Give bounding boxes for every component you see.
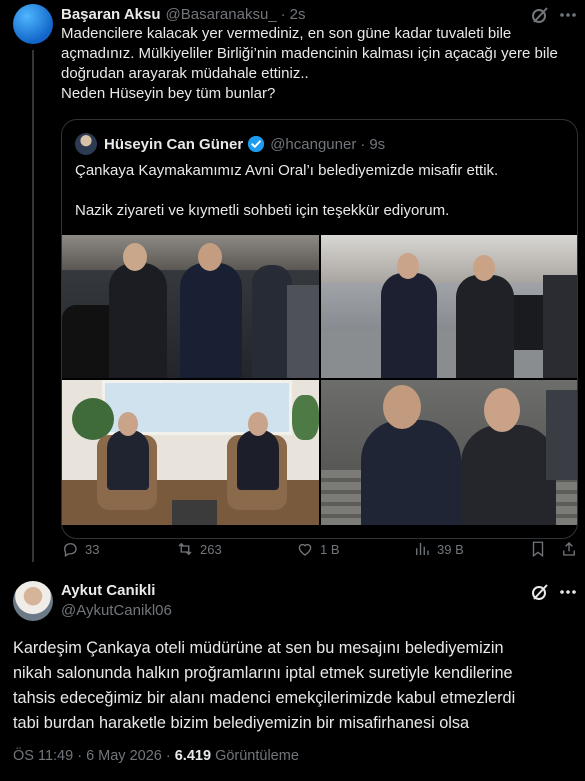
photo-2[interactable] [321, 235, 577, 378]
views-label: Görüntüleme [215, 748, 299, 764]
text-line: Neden Hüseyin bey tüm bunlar? [61, 85, 276, 102]
post-time[interactable]: 2s [290, 6, 306, 23]
quote-text-line2: Nazik ziyareti ve kıymetli sohbeti için … [75, 202, 450, 219]
quote-header: Hüseyin Can Güner @hcanguner · 9s [104, 133, 385, 155]
reply-count: 33 [85, 541, 100, 557]
thread-line [32, 50, 34, 562]
avatar-basaran[interactable] [13, 4, 53, 44]
author-name[interactable]: Başaran Aksu [61, 6, 161, 23]
tweet2-author-handle[interactable]: @AykutCanikl06 [61, 602, 172, 619]
text-line: Kardeşim Çankaya oteli müdürüne at sen b… [13, 639, 504, 657]
text-line: nikah salonunda halkın proğramlarını ipt… [13, 664, 513, 682]
repost-icon [178, 542, 192, 556]
text-line: doğrudan arayarak müdahale ettiniz.. [61, 65, 309, 82]
separator-dot: · [360, 135, 366, 153]
post-timestamp[interactable]: ÖS 11:49 · 6 May 2026 · [13, 748, 171, 764]
bookmark-button[interactable] [529, 539, 547, 559]
photo-4[interactable] [321, 380, 577, 525]
reply-button[interactable]: 33 [61, 539, 99, 559]
author-handle[interactable]: @Basaranaksu_ [166, 6, 277, 23]
text-line: tabi burdan haraketle bizim belediyemizi… [13, 714, 470, 732]
text-line: açmadınız. Mülkiyeliler Birliği’nin made… [61, 45, 558, 62]
more-icon[interactable] [558, 5, 578, 25]
views-icon [416, 543, 429, 555]
like-count: 1 B [320, 541, 340, 557]
views-count: 39 B [437, 541, 464, 557]
views-button[interactable]: 39 B [413, 539, 464, 559]
tweet2-text: Kardeşim Çankaya oteli müdürüne at sen b… [13, 636, 578, 736]
views-count: 6.419 [174, 748, 212, 764]
like-icon [298, 543, 312, 556]
quote-author-name: Hüseyin Can Güner [104, 135, 244, 153]
reply-icon [64, 543, 77, 558]
tweet1-text: Madencilere kalacak yer vermediniz, en s… [61, 24, 581, 104]
photo-3[interactable] [62, 380, 319, 525]
grok-icon[interactable] [530, 5, 550, 25]
quote-time: 9s [369, 135, 386, 153]
avatar-huseyin[interactable] [75, 133, 97, 155]
share-icon [563, 542, 575, 556]
photo-1[interactable] [62, 235, 319, 378]
like-button[interactable]: 1 B [296, 539, 340, 559]
grok-icon[interactable] [530, 582, 550, 602]
tweet1-header: Başaran Aksu @Basaranaksu_ · 2s [61, 4, 305, 24]
bookmark-icon [532, 541, 544, 558]
avatar-aykut[interactable] [13, 581, 53, 621]
tweet2-author-name[interactable]: Aykut Canikli [61, 582, 155, 599]
separator-dot: · [280, 5, 286, 23]
text-line: tahsis edeceğimiz bir alanı madenci emek… [13, 689, 516, 707]
quoted-tweet[interactable]: Hüseyin Can Güner @hcanguner · 9s Çankay… [61, 119, 578, 539]
repost-count: 263 [200, 541, 222, 557]
quote-author-handle: @hcanguner [270, 135, 357, 153]
quote-text-line1: Çankaya Kaymakamımız Avni Oral’ı belediy… [75, 162, 499, 179]
share-button[interactable] [560, 539, 578, 559]
more-icon[interactable] [558, 582, 578, 602]
repost-button[interactable]: 263 [176, 539, 222, 559]
tweet2-meta: ÖS 11:49 · 6 May 2026 · 6.419 Görüntülem… [13, 748, 299, 764]
verified-badge-icon [247, 135, 265, 153]
text-line: Madencilere kalacak yer vermediniz, en s… [61, 25, 512, 42]
